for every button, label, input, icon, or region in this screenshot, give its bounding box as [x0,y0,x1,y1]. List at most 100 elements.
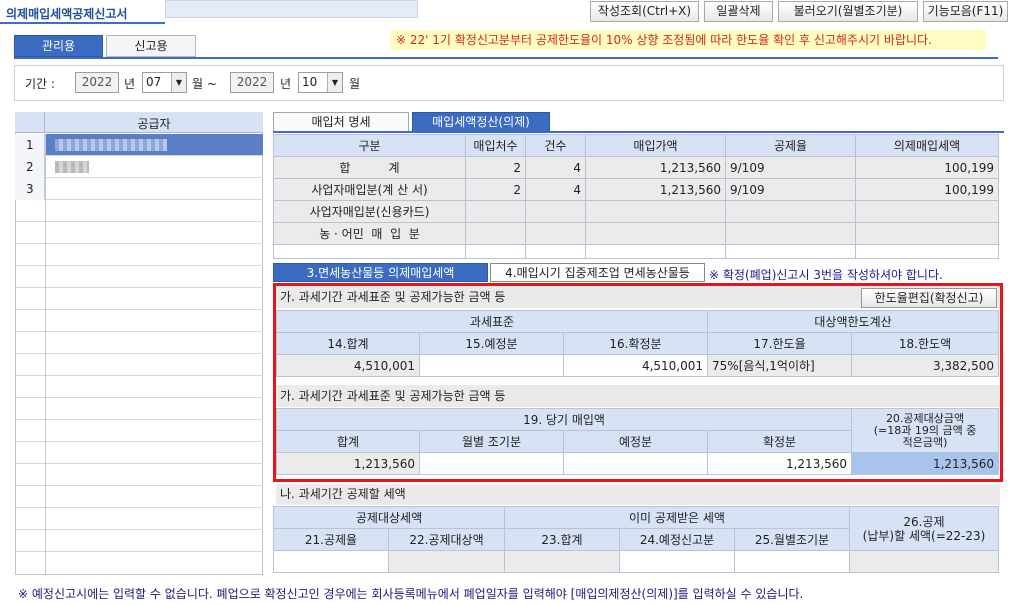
row-number: 1 [15,134,45,156]
month-unit-label: 월 ~ [192,77,217,91]
query-button[interactable]: 작성조회(Ctrl+X) [590,1,699,22]
title-tab-spacer [165,0,418,18]
col-header: 22.공제대상액 [388,528,505,551]
table-row[interactable] [15,156,263,178]
blank-cell [273,244,466,259]
cell-payable [849,550,999,573]
table-row[interactable] [15,464,263,486]
table-row[interactable] [15,530,263,552]
col-header: 23.합계 [504,528,620,551]
col-header: 구분 [273,134,466,157]
blank-cell [585,244,726,259]
from-month-value: 07 [146,75,162,89]
to-year-input[interactable]: 2022 [230,72,274,93]
table-row[interactable] [15,332,263,354]
cell-total [504,550,620,573]
tab-agri-deemed-tax[interactable]: 3.면세농산물등 의제매입세액 [273,263,488,282]
chevron-down-icon[interactable]: ▼ [327,73,342,92]
table-row[interactable] [15,398,263,420]
cell-target [388,550,505,573]
table-row[interactable] [15,310,263,332]
blank-cell [465,244,526,259]
cell-count [525,200,586,223]
cell-vendors [465,200,526,223]
to-month-value: 10 [302,75,318,89]
col-header: 매입가액 [585,134,726,157]
row-label: 사업자매입분(계 산 서) [273,178,466,201]
tab-vendor-detail[interactable]: 매입처 명세 [273,112,409,132]
period-label: 기간 : [25,77,55,91]
cell-vendors: 2 [465,156,526,179]
col-header: 의제매입세액 [855,134,999,157]
to-month-select[interactable]: 10 ▼ [298,72,343,93]
cell-tax: 100,199 [855,178,999,201]
table-row[interactable] [15,200,263,222]
row-number: 3 [15,178,45,200]
title-underline [0,22,165,24]
table-row[interactable] [15,508,263,530]
row-label: 농 · 어민 매 입 분 [273,222,466,245]
from-month-select[interactable]: 07 ▼ [142,72,187,93]
cell-rate: 9/109 [725,156,856,179]
bulk-delete-button[interactable]: 일괄삭제 [704,1,773,22]
cell-vendors: 2 [465,178,526,201]
lower-note: ※ 확정(폐업)신고시 3번을 작성하셔야 합니다. [709,268,943,282]
from-year-input[interactable]: 2022 [75,72,119,93]
section-b-title: 나. 과세기간 공제할 세액 [280,487,406,501]
cell-monthly-early[interactable] [734,550,850,573]
table-row[interactable] [15,486,263,508]
cell-amount [585,200,726,223]
load-button[interactable]: 불러오기(월별조기분) [778,1,918,22]
table-row[interactable] [15,442,263,464]
blank-cell [525,244,586,259]
tab-management[interactable]: 관리용 [14,35,103,57]
cell-count: 4 [525,156,586,179]
blank-cell [855,244,999,259]
table-row[interactable] [15,222,263,244]
section-tab-underline [273,131,1004,133]
cell-tax [855,200,999,223]
tab-tax-settlement[interactable]: 매입세액정산(의제) [412,112,550,132]
supplier-col-divider [45,134,46,574]
col-header: 24.예정신고분 [619,528,735,551]
row-number: 2 [15,156,45,178]
cell-rate[interactable] [273,550,389,573]
cell-count: 4 [525,178,586,201]
blank-cell [725,244,856,259]
table-row[interactable] [15,244,263,266]
section-b-table: 공제대상세액 이미 공제받은 세액 26.공제 (납부)할 세액(=22-23)… [273,506,999,573]
tab-underline [14,57,998,59]
row-label: 합 계 [273,156,466,179]
chevron-down-icon[interactable]: ▼ [171,73,186,92]
table-row: 농 · 어민 매 입 분 [273,222,999,245]
table-row[interactable] [15,134,263,156]
functions-button[interactable]: 기능모음(F11) [923,1,1008,22]
col-header: 26.공제 (납부)할 세액(=22-23) [849,506,999,551]
group-header: 공제대상세액 [273,506,505,529]
supplier-name-blurred [55,139,167,151]
year-unit-label-2: 년 [280,77,292,91]
row-label: 사업자매입분(신용카드) [273,200,466,223]
cell-amount: 1,213,560 [585,178,726,201]
col-header: 건수 [525,134,586,157]
tab-concentrated-manufacturing[interactable]: 4.매입시기 집중제조업 면세농산물등 [490,263,705,282]
cell-rate [725,200,856,223]
table-row[interactable] [15,420,263,442]
summary-table: 구분 매입처수 건수 매입가액 공제율 의제매입세액 합 계 2 4 1,213… [273,134,999,259]
tab-filing[interactable]: 신고용 [106,35,196,57]
table-row [273,244,999,259]
col-header: 매입처수 [465,134,526,157]
table-row: 합 계 2 4 1,213,560 9/109 100,199 [273,156,999,179]
table-row[interactable] [15,178,263,200]
table-row[interactable] [15,354,263,376]
table-row[interactable] [15,376,263,398]
footer-note: ※ 예정신고시에는 입력할 수 없습니다. 폐업으로 확정신고인 경우에는 회사… [18,587,804,601]
cell-preliminary[interactable] [619,550,735,573]
cell-rate: 9/109 [725,178,856,201]
table-row[interactable] [15,266,263,288]
cell-count [525,222,586,245]
supplier-header-num [15,112,45,133]
cell-tax: 100,199 [855,156,999,179]
table-row[interactable] [15,288,263,310]
supplier-name-blurred [55,161,89,173]
